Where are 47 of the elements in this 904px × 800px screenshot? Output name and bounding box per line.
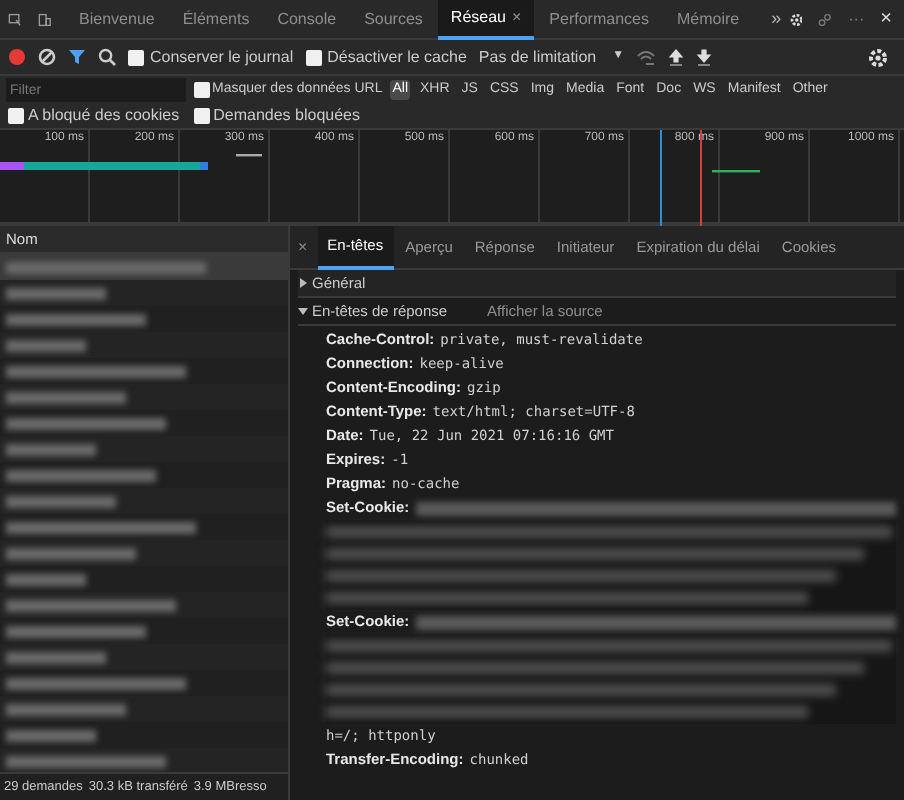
more-tabs-button[interactable]: » xyxy=(771,5,782,33)
dom-loaded-line xyxy=(660,130,662,226)
devtools-tab[interactable]: Éléments xyxy=(170,0,262,39)
devtools-tab[interactable]: Sources xyxy=(352,0,435,39)
devtools-tab[interactable]: Console xyxy=(265,0,349,39)
redacted-text xyxy=(6,547,136,559)
checkbox[interactable] xyxy=(8,108,24,124)
checkbox[interactable] xyxy=(305,49,322,65)
redacted-text xyxy=(6,729,96,741)
redacted-text xyxy=(6,443,96,455)
redacted-text xyxy=(6,313,146,325)
tab-close-button[interactable]: × xyxy=(512,5,522,29)
devtools-tab[interactable]: Bienvenue xyxy=(67,0,167,39)
redacted-text xyxy=(6,703,126,715)
redacted-text xyxy=(6,651,106,663)
devtools-tab[interactable]: Performances xyxy=(537,0,661,39)
close-button[interactable]: × xyxy=(880,4,892,34)
clear-icon[interactable] xyxy=(38,48,56,66)
devtools-tab[interactable]: Réseau × xyxy=(438,0,534,39)
redacted-text xyxy=(6,495,116,507)
redacted-text xyxy=(6,391,126,403)
inspect-icon[interactable] xyxy=(8,9,22,29)
checkbox[interactable] xyxy=(194,82,210,98)
download-icon[interactable] xyxy=(696,48,713,66)
upload-icon[interactable] xyxy=(668,48,685,66)
redacted-text xyxy=(6,287,106,299)
load-line xyxy=(700,130,702,226)
settings-icon[interactable] xyxy=(868,47,888,67)
filter-icon[interactable] xyxy=(68,48,86,66)
triangle-right-icon xyxy=(298,278,308,288)
settings-icon[interactable] xyxy=(789,9,803,29)
close-button[interactable]: × xyxy=(298,235,308,259)
redacted-text xyxy=(6,573,86,585)
search-icon[interactable] xyxy=(98,48,116,66)
checkbox[interactable] xyxy=(193,108,210,124)
checkbox-label: Conserver le journal xyxy=(150,45,294,69)
devtools-tab[interactable]: Mémoire xyxy=(664,0,752,39)
redacted-text xyxy=(6,339,86,351)
checkbox-label: Désactiver le cache xyxy=(327,45,467,69)
more-menu-button[interactable]: ··· xyxy=(848,7,865,31)
redacted-text xyxy=(6,625,146,637)
checkbox[interactable] xyxy=(128,49,144,65)
device-icon[interactable] xyxy=(37,9,52,29)
record-icon[interactable] xyxy=(8,48,26,66)
checkbox-label: Demandes bloquées xyxy=(213,104,360,128)
triangle-down-icon xyxy=(298,306,308,316)
checkbox-label: A bloqué des cookies xyxy=(28,104,180,128)
